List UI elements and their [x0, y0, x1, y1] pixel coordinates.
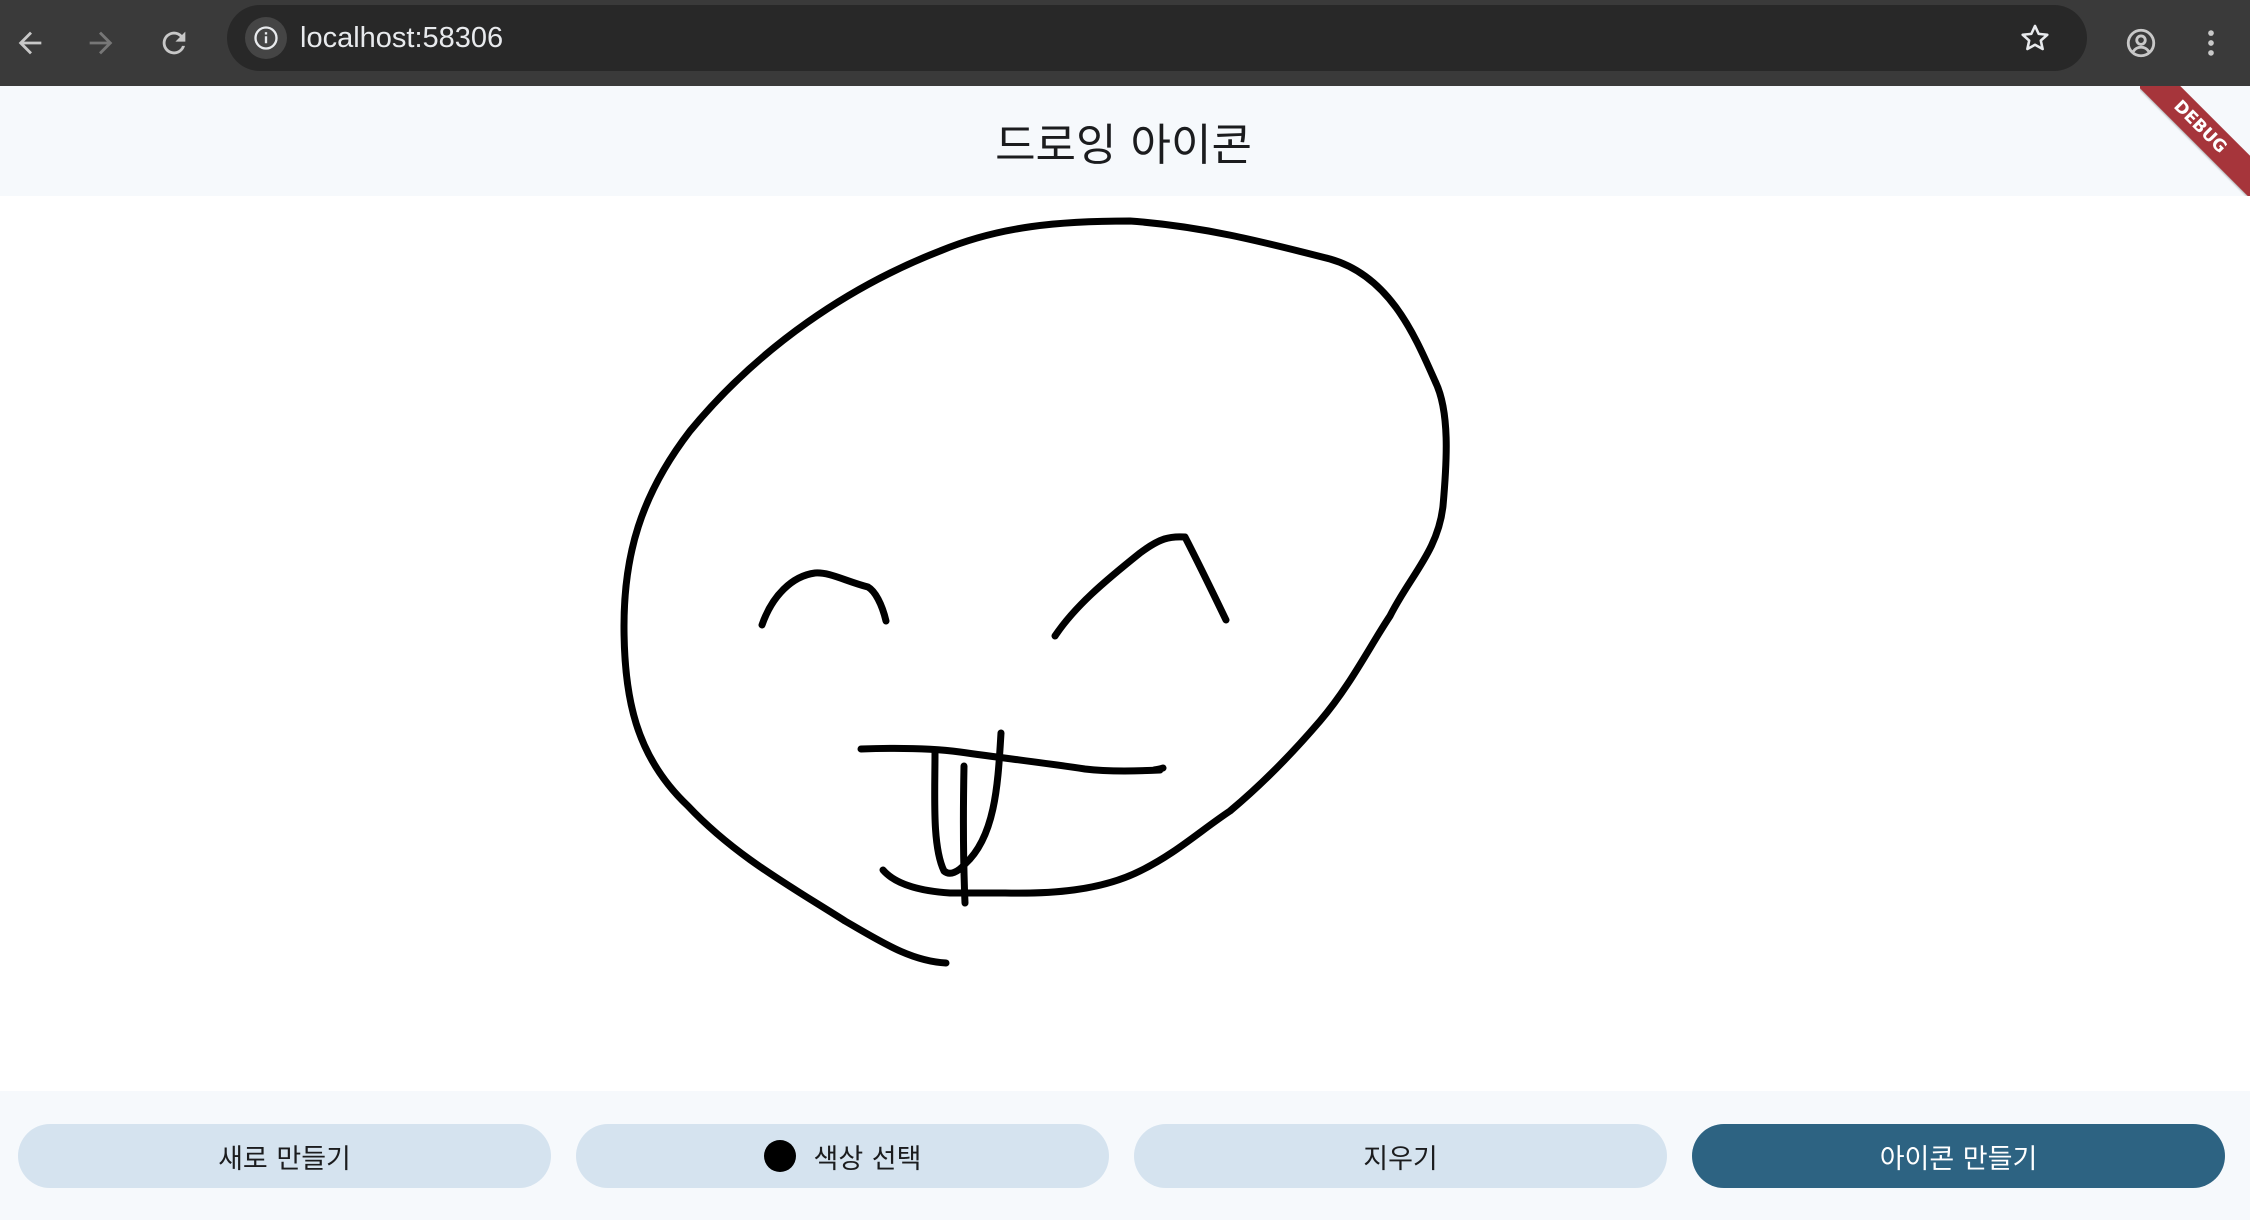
drawing-canvas[interactable] [0, 196, 2250, 1091]
make-icon-button[interactable]: 아이콘 만들기 [1692, 1124, 2225, 1188]
bookmark-button[interactable] [2012, 15, 2058, 61]
erase-button[interactable]: 지우기 [1134, 1124, 1667, 1188]
new-drawing-button[interactable]: 새로 만들기 [18, 1124, 551, 1188]
account-circle-icon [2126, 28, 2156, 58]
info-icon [254, 26, 278, 50]
left-eye-stroke [758, 569, 890, 629]
erase-label: 지우기 [1363, 1143, 1438, 1175]
page: localhost:58306 드로잉 아이콘 DEBUG 새로 만들기 색상 … [0, 0, 2250, 1220]
face-outline-stroke [620, 217, 1450, 967]
address-bar[interactable]: localhost:58306 [227, 5, 2087, 71]
star-icon [2021, 24, 2049, 51]
make-icon-label: 아이콘 만들기 [1879, 1143, 2038, 1175]
browser-menu-button[interactable] [2187, 19, 2235, 67]
reload-button[interactable] [150, 19, 198, 67]
page-title: 드로잉 아이콘 [995, 120, 1252, 171]
color-picker-button[interactable]: 색상 선택 [576, 1124, 1109, 1188]
site-info-button[interactable] [245, 17, 287, 59]
new-drawing-label: 새로 만들기 [218, 1143, 351, 1175]
back-button[interactable] [6, 19, 54, 67]
arrow-right-icon [89, 31, 113, 55]
selected-color-swatch [763, 1140, 796, 1172]
app-bar: 드로잉 아이콘 [0, 86, 2250, 196]
reload-icon [162, 31, 186, 55]
more-vert-icon [2208, 30, 2214, 56]
mouth-stroke [857, 744, 1167, 775]
bottom-toolbar: 새로 만들기 색상 선택 지우기 아이콘 만들기 [0, 1091, 2250, 1220]
right-eye-stroke [1051, 533, 1230, 640]
arrow-left-icon [18, 31, 42, 55]
color-picker-label: 색상 선택 [813, 1143, 922, 1175]
drawing-surface[interactable] [0, 196, 2250, 1091]
forward-button[interactable] [77, 19, 125, 67]
url-text[interactable]: localhost:58306 [300, 5, 503, 71]
profile-button[interactable] [2117, 19, 2165, 67]
tongue-line-stroke [959, 762, 969, 907]
browser-toolbar: localhost:58306 [0, 0, 2250, 86]
